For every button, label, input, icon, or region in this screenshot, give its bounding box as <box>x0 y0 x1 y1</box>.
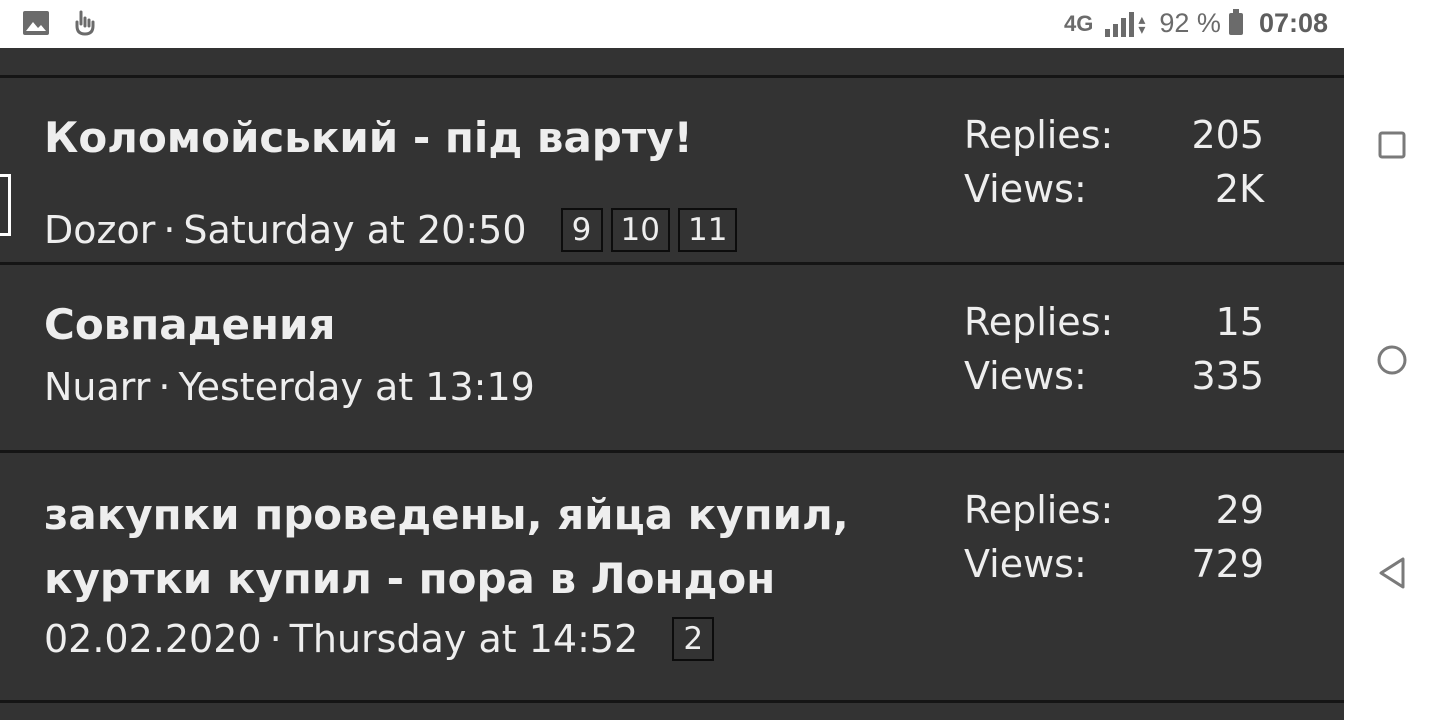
thread-item[interactable]: Совпадения Nuarr · Yesterday at 13:19 Re… <box>0 265 1344 450</box>
replies-count: 15 <box>1215 300 1264 344</box>
gallery-icon <box>22 10 50 41</box>
battery-icon <box>1228 8 1243 35</box>
views-label: Views: <box>964 542 1087 586</box>
back-triangle-icon[interactable] <box>1344 556 1440 595</box>
divider <box>0 700 1344 703</box>
home-circle-icon[interactable] <box>1344 344 1440 381</box>
thread-date[interactable]: Thursday at 14:52 <box>290 617 639 661</box>
thread-stats: Replies: 15 Views: 335 <box>964 295 1264 403</box>
thread-title[interactable]: Совпадения <box>44 293 924 357</box>
thread-item[interactable]: Коломойський - під варту! Dozor · Saturd… <box>0 78 1344 262</box>
thread-author[interactable]: 02.02.2020 <box>44 617 262 661</box>
replies-label: Replies: <box>964 488 1114 532</box>
hand-pointer-icon <box>72 10 96 41</box>
thread-author[interactable]: Dozor <box>44 208 155 252</box>
page-jump-list: 2 <box>672 617 715 661</box>
navigation-bar <box>1344 0 1440 720</box>
meta-separator: · <box>269 617 282 661</box>
clock: 07:08 <box>1258 8 1328 38</box>
data-arrows-icon: ▴ ▾ <box>1138 10 1146 37</box>
meta-separator: · <box>158 365 171 409</box>
battery-percent: 92 % <box>1159 8 1221 38</box>
thread-stats: Replies: 205 Views: 2K <box>964 108 1264 216</box>
thread-date[interactable]: Saturday at 20:50 <box>183 208 526 252</box>
thread-list: Коломойський - під варту! Dozor · Saturd… <box>0 48 1344 720</box>
signal-icon <box>1105 11 1135 37</box>
views-count: 335 <box>1191 354 1264 398</box>
page-link[interactable]: 10 <box>610 208 670 252</box>
thread-meta: Nuarr · Yesterday at 13:19 <box>44 365 535 409</box>
thread-date[interactable]: Yesterday at 13:19 <box>178 365 534 409</box>
network-type: 4G <box>1064 10 1094 36</box>
thread-title[interactable]: закупки проведены, яйца купил, куртки ку… <box>44 483 924 611</box>
recents-square-icon[interactable] <box>1344 130 1440 165</box>
meta-separator: · <box>163 208 176 252</box>
page-link[interactable]: 2 <box>672 617 715 661</box>
page-link[interactable]: 11 <box>677 208 738 252</box>
page-link[interactable]: 9 <box>560 208 603 252</box>
thread-meta: 02.02.2020 · Thursday at 14:52 2 <box>44 617 715 661</box>
thread-stats: Replies: 29 Views: 729 <box>964 483 1264 591</box>
thread-title[interactable]: Коломойський - під варту! <box>44 106 924 170</box>
views-label: Views: <box>964 354 1087 398</box>
page-jump-list: 9 10 11 <box>560 208 738 252</box>
replies-label: Replies: <box>964 300 1114 344</box>
replies-count: 205 <box>1191 113 1264 157</box>
views-count: 2K <box>1214 167 1264 211</box>
edge-handle-icon[interactable] <box>0 174 11 236</box>
thread-author[interactable]: Nuarr <box>44 365 150 409</box>
replies-count: 29 <box>1215 488 1264 532</box>
status-bar: 4G ▴ ▾ 92 % 07:08 <box>0 0 1344 48</box>
views-count: 729 <box>1191 542 1264 586</box>
thread-meta: Dozor · Saturday at 20:50 9 10 11 <box>44 208 738 252</box>
thread-item[interactable]: закупки проведены, яйца купил, куртки ку… <box>0 453 1344 698</box>
replies-label: Replies: <box>964 113 1114 157</box>
views-label: Views: <box>964 167 1087 211</box>
